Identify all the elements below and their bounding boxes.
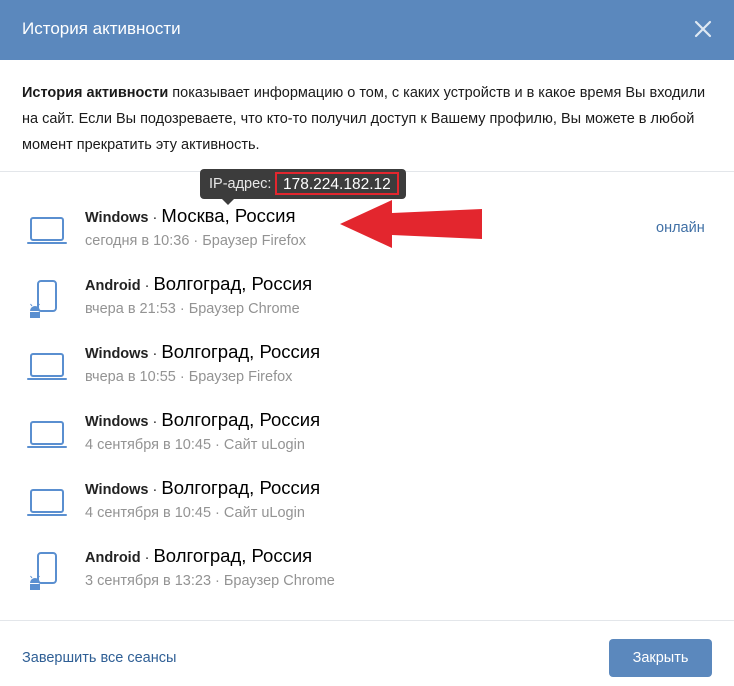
ip-address: 178.224.182.12	[275, 172, 399, 195]
session-os: Windows	[85, 482, 149, 498]
laptop-icon	[27, 421, 67, 448]
end-all-sessions-link[interactable]: Завершить все сеансы	[22, 650, 176, 666]
session-title: Windows · Волгоград, Россия	[85, 474, 320, 504]
session-os: Android	[85, 550, 141, 566]
ip-label: IP-адрес:	[209, 176, 272, 192]
android-phone-icon	[30, 280, 57, 318]
session-row: Windows · Волгоград, Россия 4 сентября в…	[0, 474, 734, 542]
session-os: Windows	[85, 414, 149, 430]
session-os: Windows	[85, 346, 149, 362]
session-row: Windows · Волгоград, Россия 4 сентября в…	[0, 406, 734, 474]
session-meta: 3 сентября в 13:23 · Браузер Chrome	[85, 573, 335, 589]
session-meta: 4 сентября в 10:45 · Сайт uLogin	[85, 505, 305, 521]
session-location: Москва, Россия	[161, 205, 296, 226]
session-title: Windows · Волгоград, Россия	[85, 406, 320, 436]
session-location: Волгоград, Россия	[161, 409, 321, 430]
online-status: онлайн	[656, 220, 705, 236]
session-title: Android · Волгоград, Россия	[85, 270, 312, 300]
session-location: Волгоград, Россия	[153, 545, 313, 566]
laptop-icon	[27, 217, 67, 244]
session-meta: сегодня в 10:36 · Браузер Firefox	[85, 233, 306, 249]
session-row: Windows · Волгоград, Россия вчера в 10:5…	[0, 338, 734, 406]
session-meta: 4 сентября в 10:45 · Сайт uLogin	[85, 437, 305, 453]
session-location: Волгоград, Россия	[161, 477, 321, 498]
modal-header: История активности	[0, 0, 734, 60]
modal-title: История активности	[22, 19, 181, 38]
session-row: Android · Волгоград, Россия 3 сентября в…	[0, 542, 734, 610]
session-sep: ·	[140, 550, 154, 566]
session-location: Волгоград, Россия	[153, 273, 313, 294]
session-title: Windows · Волгоград, Россия	[85, 338, 320, 368]
ip-tooltip: IP-адрес: 178.224.182.12	[200, 169, 406, 205]
session-row: Android · Волгоград, Россия вчера в 21:5…	[0, 270, 734, 338]
intro-bold: История активности	[22, 85, 169, 101]
session-sep: ·	[148, 346, 162, 362]
session-meta: вчера в 21:53 · Браузер Chrome	[85, 301, 300, 317]
session-location: Волгоград, Россия	[161, 341, 321, 362]
intro-text: История активности показывает информацию…	[0, 60, 734, 172]
laptop-icon	[27, 489, 67, 516]
close-icon[interactable]	[690, 16, 716, 42]
session-title: Android · Волгоград, Россия	[85, 542, 312, 572]
android-phone-icon	[30, 552, 57, 590]
session-os: Windows	[85, 210, 149, 226]
session-sep: ·	[140, 278, 154, 294]
session-title: Windows · Москва, Россия	[85, 202, 296, 232]
session-meta: вчера в 10:55 · Браузер Firefox	[85, 369, 293, 385]
close-button[interactable]: Закрыть	[609, 639, 712, 677]
laptop-icon	[27, 353, 67, 380]
annotation-arrow-icon	[340, 200, 482, 248]
session-os: Android	[85, 278, 141, 294]
session-sep: ·	[148, 210, 162, 226]
modal-footer: Завершить все сеансы Закрыть	[0, 620, 734, 686]
tooltip-tail	[222, 199, 234, 205]
session-sep: ·	[148, 482, 162, 498]
session-sep: ·	[148, 414, 162, 430]
